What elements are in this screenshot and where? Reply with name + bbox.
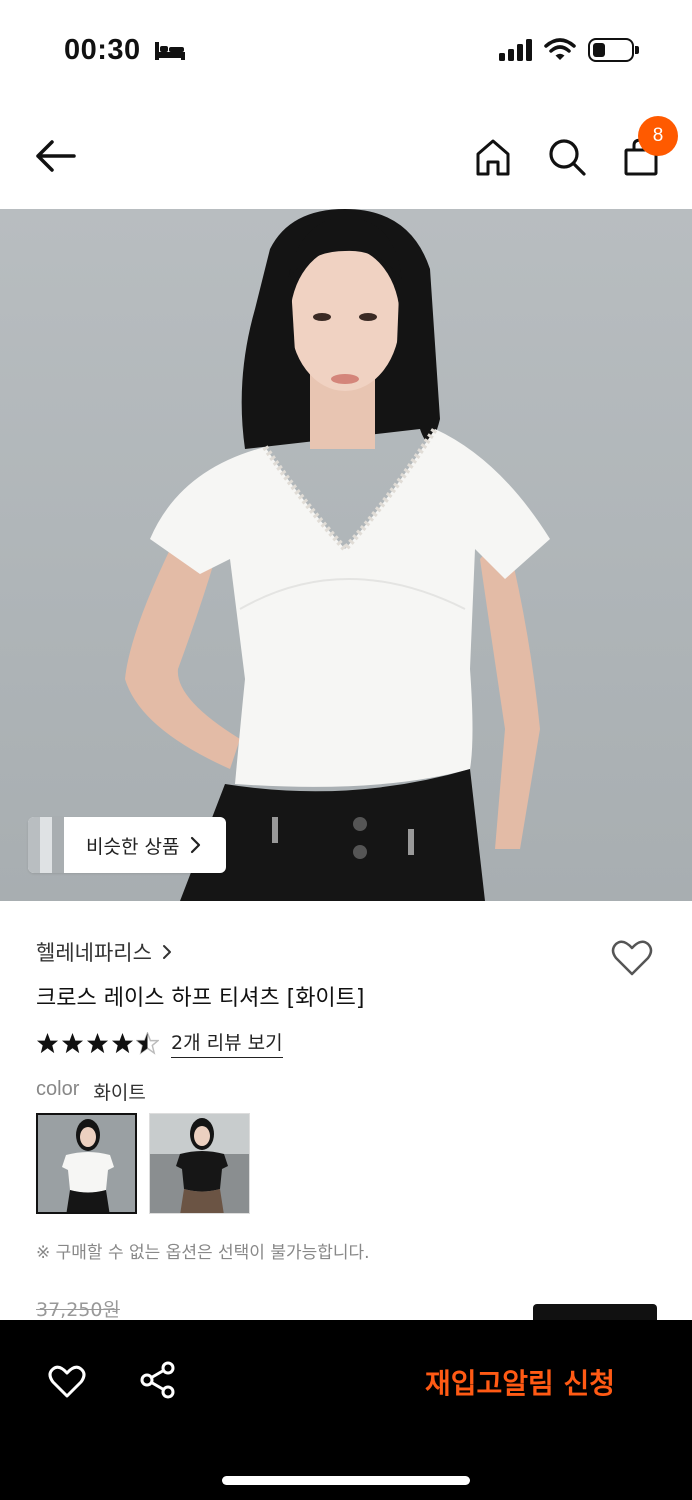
signal-icon bbox=[499, 39, 532, 61]
top-navigation bbox=[0, 100, 692, 210]
chevron-right-icon bbox=[162, 945, 171, 959]
swatch-black[interactable] bbox=[149, 1113, 250, 1214]
brand-link[interactable]: 헬레네파리스 bbox=[36, 937, 172, 967]
chevron-right-icon bbox=[191, 836, 201, 854]
wifi-icon bbox=[544, 38, 576, 60]
similar-products-thumbnails bbox=[28, 817, 64, 873]
star-rating bbox=[36, 1031, 159, 1055]
status-bar: 00:30 bbox=[0, 0, 692, 100]
color-swatches bbox=[36, 1113, 250, 1214]
home-indicator bbox=[222, 1476, 470, 1485]
rating-row: 2개 리뷰 보기 bbox=[36, 1028, 283, 1058]
color-value: 화이트 bbox=[93, 1082, 146, 1104]
similar-products-label: 비슷한 상품 bbox=[86, 835, 180, 858]
bottom-action-bar bbox=[0, 1320, 692, 1500]
product-main-image[interactable] bbox=[0, 209, 692, 901]
search-icon[interactable] bbox=[546, 136, 588, 178]
star-icon bbox=[61, 1032, 84, 1053]
swatch-black-thumbnail bbox=[150, 1114, 249, 1213]
bed-icon bbox=[155, 42, 185, 60]
status-time: 00:30 bbox=[64, 34, 141, 66]
status-indicators bbox=[499, 38, 639, 62]
original-price: 37,250원 bbox=[36, 1299, 120, 1321]
star-icon bbox=[86, 1032, 109, 1053]
brand-name: 헬레네파리스 bbox=[36, 941, 152, 965]
heart-icon[interactable] bbox=[47, 1362, 87, 1400]
star-icon bbox=[36, 1032, 59, 1053]
battery-icon bbox=[588, 38, 639, 62]
wishlist-heart-icon[interactable] bbox=[610, 936, 654, 978]
review-link[interactable]: 2개 리뷰 보기 bbox=[171, 1028, 283, 1058]
product-photo bbox=[125, 209, 550, 901]
half-star-icon bbox=[136, 1031, 159, 1055]
back-arrow-icon[interactable] bbox=[32, 136, 78, 176]
swatch-white-thumbnail bbox=[38, 1115, 135, 1212]
cart-count-badge: 8 bbox=[638, 116, 678, 156]
restock-notification-button[interactable]: 재입고알림 신청 bbox=[400, 1360, 640, 1404]
color-option-row: color 화이트 bbox=[36, 1078, 146, 1105]
swatch-white[interactable] bbox=[36, 1113, 137, 1214]
star-icon bbox=[111, 1032, 134, 1053]
option-notice: ※ 구매할 수 없는 옵션은 선택이 불가능합니다. bbox=[36, 1243, 370, 1263]
home-icon[interactable] bbox=[472, 136, 514, 178]
color-label: color bbox=[36, 1078, 80, 1100]
similar-products-button[interactable]: 비슷한 상품 bbox=[28, 817, 226, 873]
product-title: 크로스 레이스 하프 티셔츠 [화이트] bbox=[36, 986, 365, 1011]
share-icon[interactable] bbox=[138, 1360, 178, 1400]
